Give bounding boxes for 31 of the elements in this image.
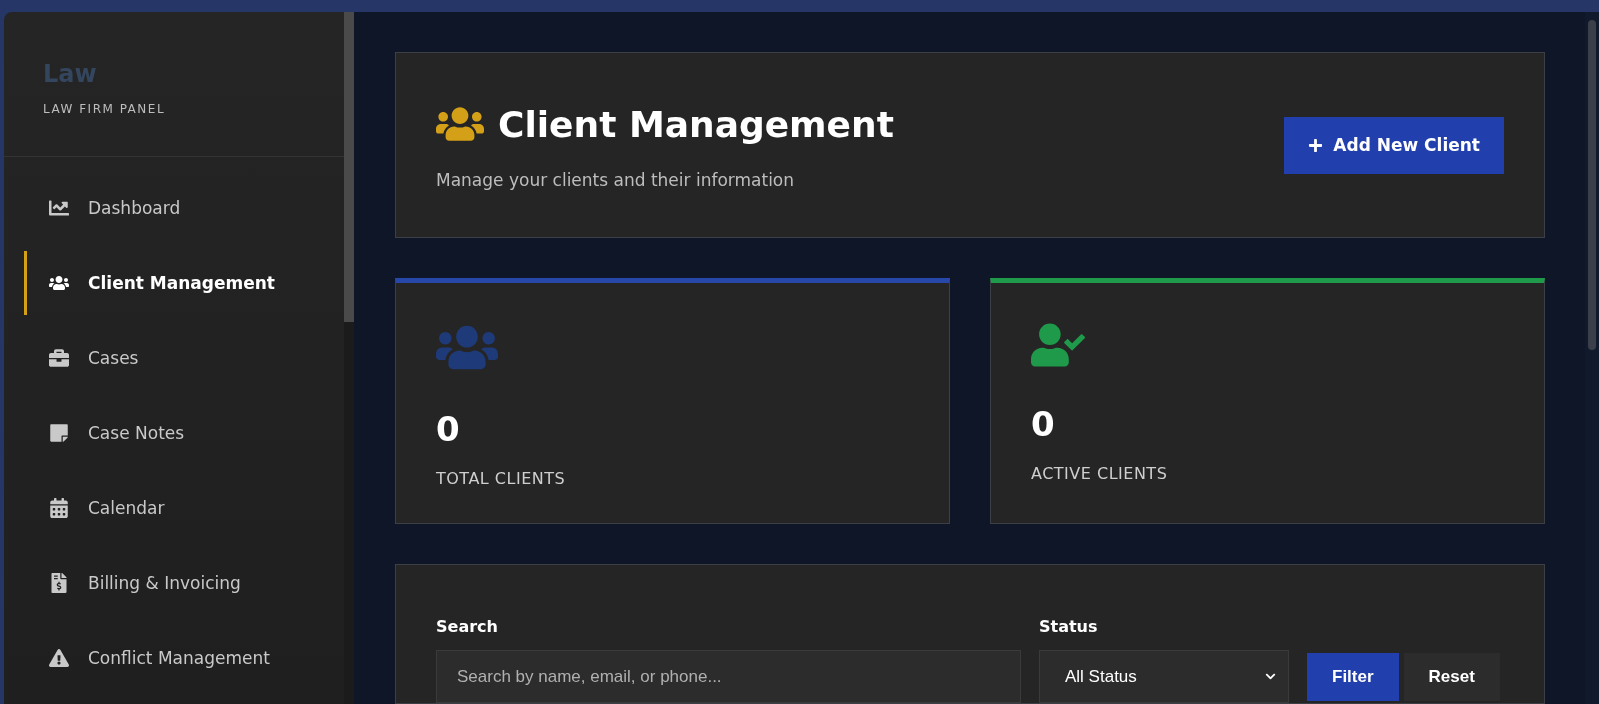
field-label: Search bbox=[436, 617, 499, 636]
reset-button[interactable]: Reset bbox=[1403, 653, 1500, 701]
nav-icon bbox=[47, 498, 71, 518]
scrollbar-thumb[interactable] bbox=[1588, 20, 1596, 350]
page-title: Client Management bbox=[498, 103, 894, 145]
stat-value: 0 bbox=[436, 409, 461, 449]
nav-icon bbox=[47, 648, 71, 668]
brand-name: Law bbox=[43, 60, 98, 88]
brand-subtitle: LAW FIRM PANEL bbox=[43, 102, 167, 116]
add-client-button[interactable]: Add New Client bbox=[1284, 116, 1504, 174]
stat-label: TOTAL CLIENTS bbox=[436, 469, 567, 488]
nav-item[interactable]: Conflict Management bbox=[4, 626, 344, 690]
stat-value: 0 bbox=[1031, 404, 1056, 444]
nav-item[interactable]: Dashboard bbox=[4, 176, 344, 240]
nav-icon bbox=[47, 348, 71, 368]
status-dropdown[interactable]: All Status bbox=[1039, 650, 1289, 703]
nav-icon bbox=[47, 198, 71, 218]
nav-item[interactable]: Billing & Invoicing bbox=[4, 551, 344, 615]
nav-item[interactable]: Case Notes bbox=[4, 401, 344, 465]
field-label: Status bbox=[1039, 617, 1099, 636]
scrollbar-thumb[interactable] bbox=[344, 12, 354, 322]
nav-item[interactable]: Cases bbox=[4, 326, 344, 390]
filter-button[interactable]: Filter bbox=[1307, 653, 1399, 701]
stat-label: ACTIVE CLIENTS bbox=[1031, 464, 1169, 483]
caret-icon bbox=[1265, 671, 1276, 682]
search-field[interactable]: Search by name, email, or phone... bbox=[436, 650, 1021, 703]
plus-icon bbox=[1308, 137, 1324, 153]
nav-icon bbox=[47, 273, 71, 293]
page-subtitle: Manage your clients and their information bbox=[436, 170, 796, 190]
nav-icon bbox=[47, 423, 71, 443]
nav-item[interactable]: Calendar bbox=[4, 476, 344, 540]
